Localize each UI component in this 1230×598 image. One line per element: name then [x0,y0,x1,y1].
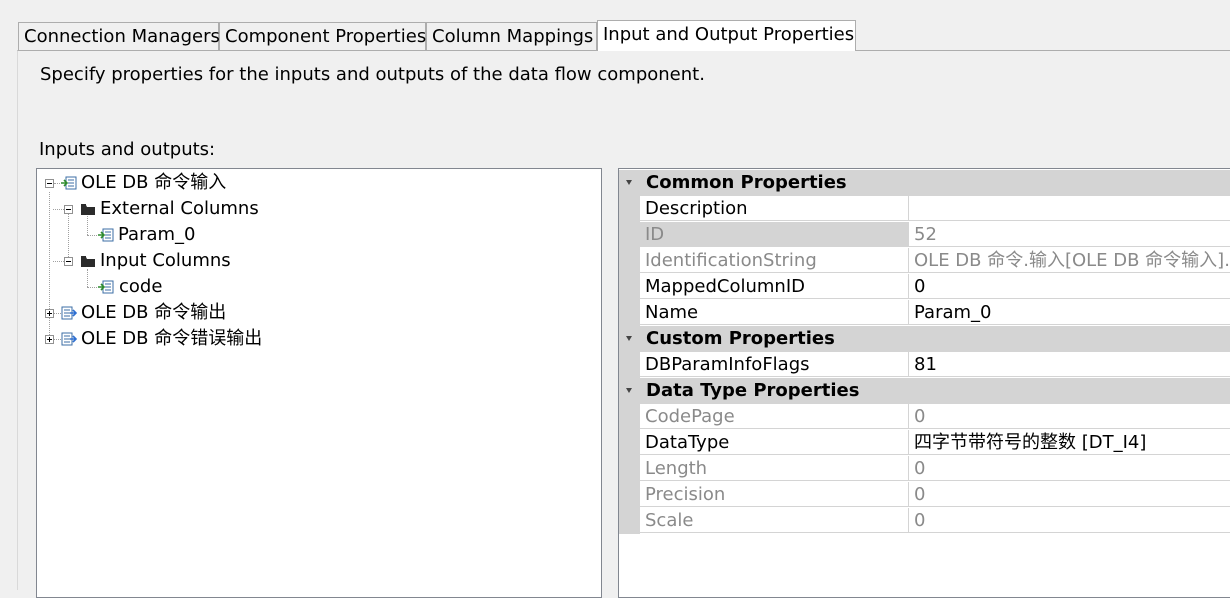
row-gutter [619,222,640,248]
property-value[interactable]: 81 [908,352,1230,377]
property-name: IdentificationString [640,248,908,273]
collapse-triangle-icon[interactable] [626,180,632,185]
category-custom-properties[interactable]: Custom Properties [619,326,1230,352]
property-name: Length [640,456,908,481]
output-icon [61,306,77,320]
tab-label: Connection Managers [24,26,220,47]
property-row-description[interactable]: Description [619,196,1230,222]
collapse-toggle[interactable] [45,179,54,188]
category-common-properties[interactable]: Common Properties [619,170,1230,196]
property-value: 52 [908,222,1230,247]
property-name: Precision [640,482,908,507]
tree-connector [54,183,60,184]
tab-label: Component Properties [225,26,427,47]
category-data-type-properties[interactable]: Data Type Properties [619,378,1230,404]
expand-toggle[interactable] [45,309,54,318]
tree-item-input-columns[interactable]: Input Columns [100,248,231,274]
property-row-datatype[interactable]: DataType 四字节带符号的整数 [DT_I4] [619,430,1230,456]
row-gutter [619,482,640,508]
tree-connector [68,214,69,263]
property-value: 0 [908,456,1230,481]
property-row-codepage[interactable]: CodePage 0 [619,404,1230,430]
property-row-length[interactable]: Length 0 [619,456,1230,482]
property-name: Scale [640,508,908,533]
row-gutter [619,404,640,430]
row-gutter [619,430,640,456]
property-row-precision[interactable]: Precision 0 [619,482,1230,508]
row-gutter [619,196,640,222]
property-value[interactable]: 四字节带符号的整数 [DT_I4] [908,430,1230,455]
property-row-name[interactable]: Name Param_0 [619,300,1230,326]
tree-connector [87,235,97,236]
property-value: OLE DB 命令.输入[OLE DB 命令输入].E [908,248,1230,273]
property-row-mappedcolumnid[interactable]: MappedColumnID 0 [619,274,1230,300]
row-gutter [619,456,640,482]
inputs-outputs-tree[interactable]: OLE DB 命令输入 External Columns Param_0 Inp… [36,168,602,598]
page-description: Specify properties for the inputs and ou… [40,64,705,85]
property-value: 0 [908,508,1230,533]
tab-label: Column Mappings [432,26,594,47]
property-name: DBParamInfoFlags [640,352,908,377]
tree-item-external-columns[interactable]: External Columns [100,196,259,222]
collapse-triangle-icon[interactable] [626,336,632,341]
tree-item-output[interactable]: OLE DB 命令输出 [81,300,226,326]
expand-toggle[interactable] [45,335,54,344]
property-value[interactable] [908,196,1230,221]
row-gutter [619,508,640,534]
tree-item-code[interactable]: code [119,274,162,300]
tree-item-input[interactable]: OLE DB 命令输入 [81,170,226,196]
tree-connector [53,261,64,262]
inputs-outputs-label: Inputs and outputs: [39,139,216,160]
property-name: ID [640,222,908,247]
tree-connector [53,209,64,210]
folder-icon [81,204,95,215]
tree-connector [87,214,88,235]
property-row-id[interactable]: ID 52 [619,222,1230,248]
property-name: Description [640,196,908,221]
column-icon [98,228,114,242]
row-gutter [619,352,640,378]
category-title: Custom Properties [646,328,835,349]
property-grid: Common Properties Description ID 52 Iden… [618,168,1230,598]
property-name: DataType [640,430,908,455]
property-name: CodePage [640,404,908,429]
property-value[interactable]: 0 [908,274,1230,299]
tree-connector [53,313,61,314]
error-output-icon [61,332,77,346]
collapse-toggle[interactable] [64,257,73,266]
property-row-identificationstring[interactable]: IdentificationString OLE DB 命令.输入[OLE DB… [619,248,1230,274]
row-gutter [619,274,640,300]
tree-item-param[interactable]: Param_0 [118,222,196,248]
input-icon [61,176,77,190]
property-row-scale[interactable]: Scale 0 [619,508,1230,534]
tab-input-output-properties[interactable]: Input and Output Properties [597,20,856,51]
tree-connector [87,287,97,288]
collapse-toggle[interactable] [64,205,73,214]
tab-connection-managers[interactable]: Connection Managers [18,22,220,50]
property-row-dbparaminfoflags[interactable]: DBParamInfoFlags 81 [619,352,1230,378]
category-title: Common Properties [646,172,847,193]
property-value: 0 [908,482,1230,507]
row-gutter [619,248,640,274]
column-icon [98,280,114,294]
tree-connector [87,269,88,287]
tab-component-properties[interactable]: Component Properties [219,22,426,50]
tab-column-mappings[interactable]: Column Mappings [426,22,597,50]
property-name: Name [640,300,908,325]
property-name: MappedColumnID [640,274,908,299]
row-gutter [619,300,640,326]
property-value: 0 [908,404,1230,429]
folder-icon [81,256,95,267]
category-title: Data Type Properties [646,380,860,401]
tree-connector [53,339,61,340]
collapse-triangle-icon[interactable] [626,388,632,393]
tree-item-error-output[interactable]: OLE DB 命令错误输出 [81,326,262,352]
property-value[interactable]: Param_0 [908,300,1230,325]
tab-label: Input and Output Properties [603,24,855,45]
